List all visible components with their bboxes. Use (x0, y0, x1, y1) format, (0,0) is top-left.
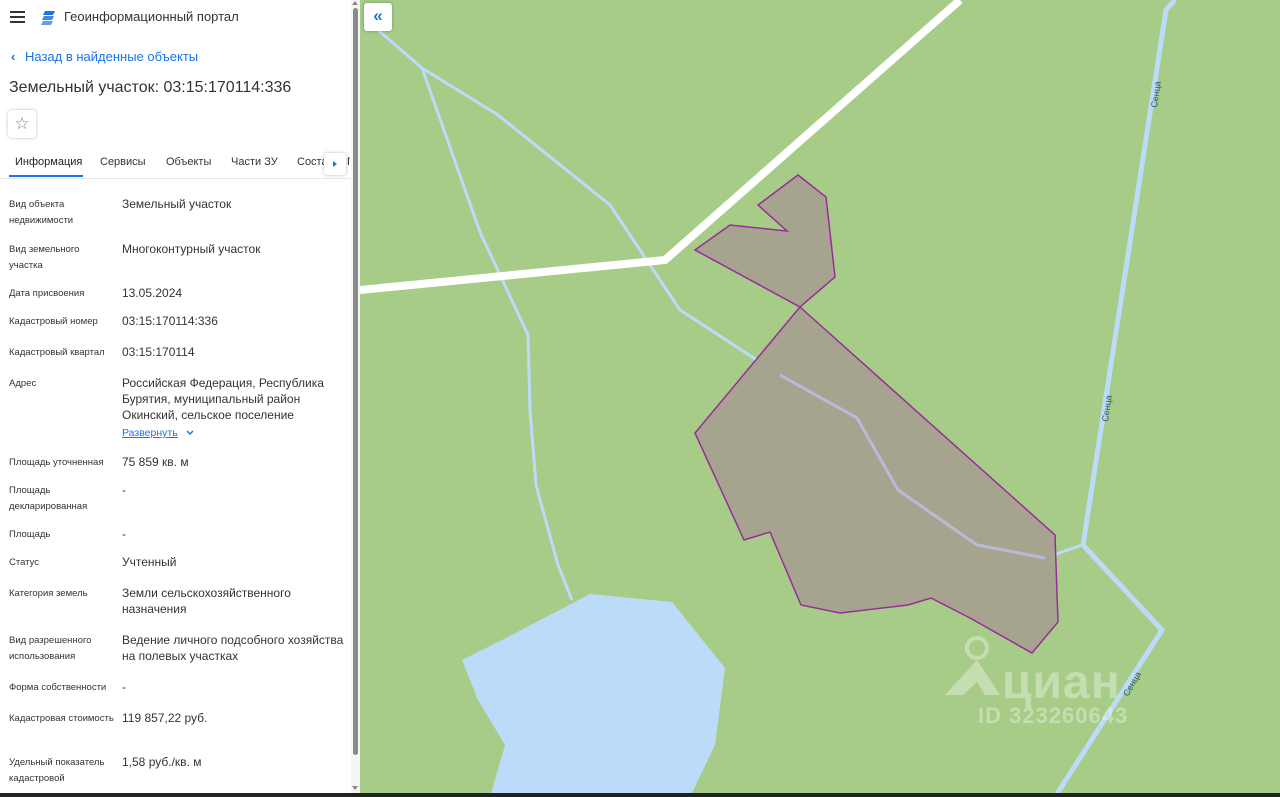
address-value: Российская Федерация, Республика Бурятия… (122, 376, 324, 422)
tab-objects[interactable]: Объекты (166, 156, 211, 168)
property-label: Кадастровая стоимость (9, 713, 114, 724)
tab-next[interactable]: П (347, 156, 350, 168)
property-label: Вид разрешенного использования (9, 635, 92, 662)
property-value: Земли сельскохозяйственного назначения (122, 586, 291, 616)
map-view[interactable]: Сенца Сенца Сенца (360, 0, 1280, 797)
double-chevron-left-icon: « (373, 6, 383, 25)
map-canvas[interactable]: Сенца Сенца Сенца (360, 0, 1280, 797)
property-value: 1,58 руб./кв. м (122, 755, 202, 769)
property-label: Адрес (9, 378, 37, 389)
property-label: Удельный показатель кадастровой (9, 757, 105, 784)
favorite-button[interactable]: ☆ (8, 110, 36, 138)
back-to-results-link[interactable]: ‹ Назад в найденные объекты (11, 49, 198, 64)
property-label: Категория земель (9, 588, 88, 599)
tab-parts[interactable]: Части ЗУ (231, 156, 278, 168)
property-value: Многоконтурный участок (122, 242, 261, 256)
property-value: Ведение личного подсобного хозяйства на … (122, 633, 344, 663)
property-value: 03:15:170114:336 (122, 314, 218, 328)
property-label: Кадастровый номер (9, 316, 98, 327)
collapse-panel-button[interactable]: « (364, 3, 392, 31)
property-value: - (122, 527, 126, 541)
back-link-label: Назад в найденные объекты (25, 49, 199, 64)
property-label: Форма собственности (9, 682, 107, 693)
scroll-up-arrow-icon[interactable] (352, 1, 358, 5)
status-value: Учтенный (122, 555, 177, 569)
page-title: Земельный участок: 03:15:170114:336 (9, 79, 292, 96)
top-bar: Геоинформационный портал (0, 0, 350, 36)
property-label: Статус (9, 557, 40, 568)
portal-title: Геоинформационный портал (64, 9, 239, 24)
tab-information[interactable]: Информация (15, 156, 82, 168)
watermark-logo: циан (1002, 656, 1121, 709)
active-tab-indicator (9, 175, 83, 177)
chevron-down-icon[interactable] (185, 428, 195, 438)
property-value: - (122, 680, 126, 694)
watermark-id: ID 323260643 (978, 703, 1129, 728)
tab-services[interactable]: Сервисы (100, 156, 146, 168)
property-label: Площадь (9, 529, 51, 540)
property-label: Площадь уточненная (9, 457, 104, 468)
property-value: 03:15:170114 (122, 345, 195, 359)
scroll-down-arrow-icon[interactable] (352, 786, 358, 790)
scrollbar-thumb[interactable] (353, 8, 358, 755)
property-label: Вид объекта недвижимости (9, 199, 74, 226)
property-value: Земельный участок (122, 197, 232, 211)
tabs-scroll-right-button[interactable] (324, 153, 346, 175)
tab-bar: Информация Сервисы Объекты Части ЗУ Сост… (0, 150, 350, 179)
portal-logo-icon (41, 11, 55, 25)
expand-address-link[interactable]: Развернуть (122, 427, 178, 439)
property-label: Площадь декларированная (9, 485, 88, 512)
property-label: Дата присвоения (9, 288, 85, 299)
bottom-taskbar (0, 793, 1280, 797)
property-value: 75 859 кв. м (122, 455, 189, 469)
menu-icon[interactable] (10, 11, 26, 25)
tab-composition[interactable]: Соста (297, 156, 325, 168)
property-value: 13.05.2024 (122, 286, 183, 300)
star-icon: ☆ (14, 114, 30, 133)
cadastral-value: 119 857,22 руб. (122, 711, 208, 725)
property-label: Кадастровый квартал (9, 347, 105, 358)
chevron-left-icon: ‹ (11, 49, 16, 64)
property-label: Вид земельного участка (9, 244, 80, 271)
info-panel: Геоинформационный портал ‹ Назад в найден… (0, 0, 360, 797)
property-value: - (122, 483, 126, 497)
